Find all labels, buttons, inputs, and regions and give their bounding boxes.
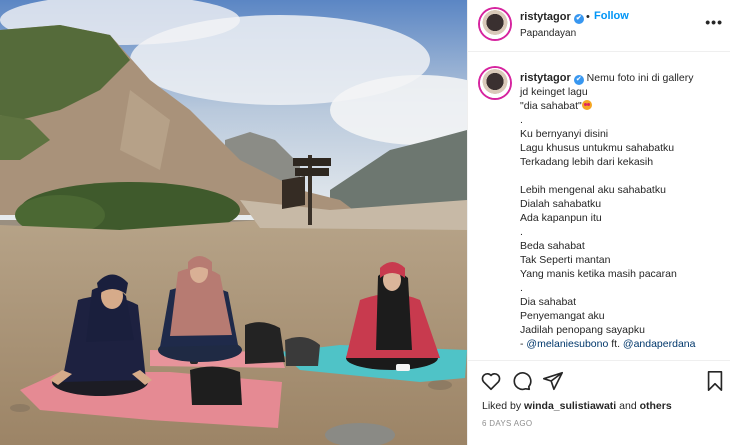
heart-eyes-emoji-icon [581, 100, 592, 110]
liked-by-user[interactable]: winda_sulistiawati [524, 400, 616, 412]
caption: ristytagor ✔ Nemu foto ini di gallery jd … [468, 52, 730, 360]
caption-line: . [520, 226, 523, 238]
likes-prefix: Liked by [482, 400, 525, 412]
caption-line: "dia sahabat" [520, 99, 725, 113]
likes-summary: Liked by winda_sulistiawati and others [482, 400, 672, 412]
caption-avatar[interactable] [480, 68, 510, 98]
comment-icon[interactable] [510, 370, 532, 392]
rock [10, 404, 30, 412]
caption-line: Jadilah penopang sayapku [520, 324, 645, 336]
caption-line [520, 169, 725, 183]
caption-line: Terkadang lebih dari kekasih [520, 156, 654, 168]
backpack [285, 336, 320, 366]
caption-line-text: "dia sahabat" [520, 100, 582, 112]
caption-username[interactable]: ristytagor [520, 72, 571, 84]
header-username[interactable]: ristytagor ✔ [520, 11, 584, 24]
backpack [245, 322, 285, 364]
caption-line: Lagu khusus untukmu sahabatku [520, 142, 675, 154]
post-timestamp[interactable]: 6 DAYS AGO [482, 419, 532, 428]
caption-line: Penyemangat aku [520, 310, 605, 322]
post-sidebar: ristytagor ✔ • Follow Papandayan ••• rist… [467, 0, 730, 445]
avatar[interactable] [480, 9, 510, 39]
post-header: ristytagor ✔ • Follow Papandayan ••• [468, 0, 730, 52]
caption-line: Yang manis ketika masih pacaran [520, 268, 677, 280]
verified-badge-icon: ✔ [573, 14, 584, 24]
caption-line: . [520, 114, 523, 126]
caption-line: Ku bernyanyi disini [520, 128, 609, 140]
caption-line: Nemu foto ini di gallery [586, 72, 694, 84]
photo-scene [0, 0, 467, 445]
caption-line: Tak Seperti mantan [520, 254, 611, 266]
share-icon[interactable] [542, 370, 564, 392]
caption-line: Ada kapanpun itu [520, 212, 602, 224]
caption-line: Lebih mengenal aku sahabatku [520, 184, 666, 196]
mention-joiner: ft. [608, 338, 623, 350]
caption-line: Dialah sahabatku [520, 198, 602, 210]
follow-button[interactable]: Follow [594, 10, 629, 22]
caption-line: Dia sahabat [520, 296, 577, 308]
rock [428, 380, 452, 390]
caption-mentions: - @melaniesubono ft. @andaperdana [520, 337, 725, 351]
mention-link[interactable]: @andaperdana [623, 338, 696, 350]
instagram-post: ristytagor ✔ • Follow Papandayan ••• rist… [0, 0, 730, 445]
location-link[interactable]: Papandayan [520, 28, 576, 39]
mention-link[interactable]: @melaniesubono [526, 338, 608, 350]
action-bar: Liked by winda_sulistiawati and others 6… [468, 360, 730, 445]
caption-text: ristytagor ✔ Nemu foto ini di gallery jd … [520, 71, 725, 351]
separator-dot: • [586, 11, 590, 23]
caption-line: jd keinget lagu [520, 86, 588, 98]
bookmark-icon[interactable] [704, 370, 726, 392]
verified-badge-icon: ✔ [573, 75, 584, 85]
caption-line: Beda sahabat [520, 240, 585, 252]
bag [190, 366, 242, 405]
caption-first-line: ristytagor ✔ Nemu foto ini di gallery [520, 71, 725, 85]
likes-joiner: and [616, 400, 640, 412]
heart-icon[interactable] [480, 370, 502, 392]
likes-others-link[interactable]: others [640, 400, 672, 412]
post-photo[interactable] [0, 0, 467, 445]
username-text[interactable]: ristytagor [520, 11, 571, 23]
more-horizontal-icon[interactable]: ••• [705, 14, 723, 30]
caption-line: . [520, 282, 523, 294]
